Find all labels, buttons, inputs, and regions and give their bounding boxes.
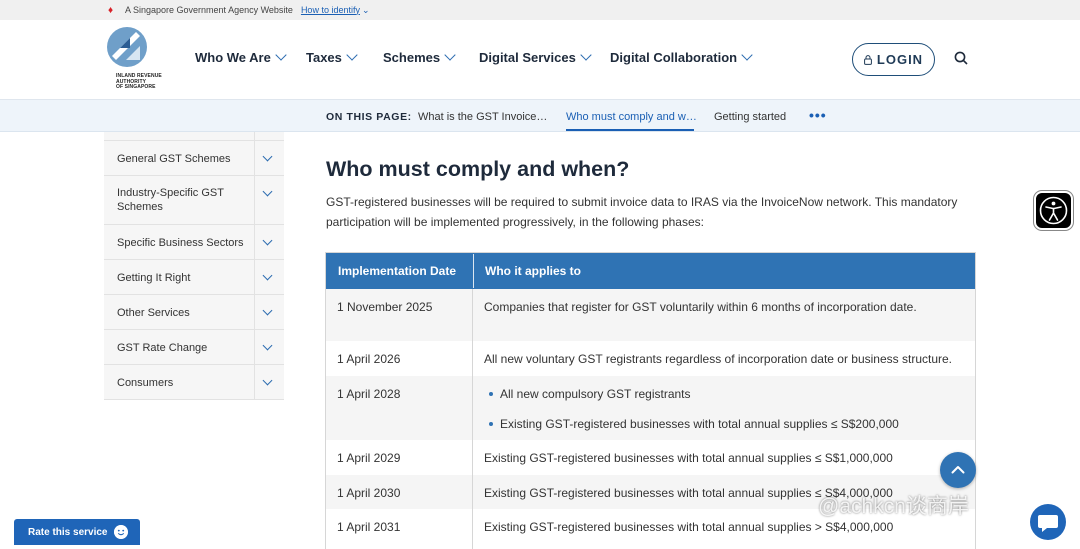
sidebar-item-specific-business-sectors[interactable]: Specific Business Sectors [104, 225, 284, 260]
gov-banner: ♦ A Singapore Government Agency Website … [0, 0, 1080, 20]
sidebar-item-label: Industry-Specific GST Schemes [117, 187, 224, 213]
lion-head-icon: ♦ [108, 4, 114, 16]
cell-date: 1 April 2026 [326, 341, 473, 376]
search-icon[interactable] [954, 51, 968, 65]
nav-label: Digital Services [479, 50, 576, 65]
section-title: Who must comply and when? [326, 157, 630, 181]
accessibility-icon [1039, 196, 1068, 225]
sidebar-item-general-gst-schemes[interactable]: General GST Schemes [104, 141, 284, 176]
list-item: All new compulsory GST registrants [484, 387, 975, 401]
chevron-down-icon[interactable] [262, 305, 273, 316]
cell-applies: Companies that register for GST voluntar… [484, 300, 917, 314]
how-to-identify-link[interactable]: How to identify [301, 5, 370, 16]
chevron-down-icon[interactable] [262, 270, 273, 281]
gov-banner-text: A Singapore Government Agency Website [125, 5, 293, 15]
watermark: @achkcn谈商岸 [818, 495, 969, 518]
nav-schemes[interactable]: Schemes [383, 49, 456, 65]
cell-date: 1 April 2028 [326, 376, 473, 440]
sidebar-item-industry-specific[interactable]: Industry-Specific GST Schemes [104, 176, 284, 225]
chat-bubble-icon [1038, 515, 1058, 532]
table-row: 1 April 2026 All new voluntary GST regis… [326, 341, 975, 376]
sidebar-item-label: Specific Business Sectors [117, 237, 244, 249]
sidebar-item-partial [104, 132, 284, 141]
table-header: Implementation Date Who it applies to [326, 253, 975, 289]
iras-logo[interactable]: INLAND REVENUE AUTHORITY OF SINGAPORE [104, 26, 168, 96]
login-label: LOGIN [876, 52, 924, 67]
sidebar-item-consumers[interactable]: Consumers [104, 365, 284, 400]
accessibility-button[interactable] [1034, 191, 1073, 230]
lock-icon [864, 54, 872, 65]
nav-label: Who We Are [195, 50, 271, 65]
sidebar-item-label: Other Services [117, 307, 190, 319]
cell-date: 1 April 2030 [326, 475, 473, 509]
nav-taxes[interactable]: Taxes [306, 49, 358, 65]
chevron-down-icon [741, 49, 753, 61]
cell-applies: Existing GST-registered businesses with … [484, 451, 893, 465]
sidebar-item-getting-it-right[interactable]: Getting It Right [104, 260, 284, 295]
cell-date: 1 November 2025 [326, 289, 473, 341]
intro-paragraph: GST-registered businesses will be requir… [326, 195, 958, 229]
rate-label: Rate this service [28, 526, 108, 538]
chevron-down-icon [346, 49, 358, 61]
nav-who-we-are[interactable]: Who We Are [195, 49, 287, 65]
sidebar-item-label: Consumers [117, 377, 174, 389]
sidebar-item-label: GST Rate Change [117, 342, 208, 354]
rate-this-service-button[interactable]: Rate this service [14, 519, 140, 545]
chevron-down-icon [275, 49, 287, 61]
bullet-list: All new compulsory GST registrants Exist… [484, 387, 975, 431]
nav-label: Taxes [306, 50, 342, 65]
back-to-top-button[interactable] [940, 452, 976, 488]
list-item: Existing GST-registered businesses with … [484, 417, 975, 431]
column-header-date: Implementation Date [327, 254, 474, 288]
chevron-down-icon[interactable] [262, 151, 273, 162]
smiley-icon [113, 525, 128, 539]
chevron-down-icon[interactable] [262, 235, 273, 246]
sidebar-nav: General GST Schemes Industry-Specific GS… [104, 132, 284, 400]
sidebar-item-label: General GST Schemes [117, 153, 231, 165]
site-header: INLAND REVENUE AUTHORITY OF SINGAPORE Wh… [0, 20, 1080, 100]
nav-digital-services[interactable]: Digital Services [479, 49, 592, 65]
chevron-down-icon [580, 49, 592, 61]
chevron-down-icon[interactable] [262, 340, 273, 351]
chevron-down-icon[interactable] [262, 375, 273, 386]
cell-applies: All new voluntary GST registrants regard… [484, 352, 952, 366]
login-button[interactable]: LOGIN [852, 43, 935, 76]
on-this-page-bar: ON THIS PAGE: What is the GST Invoice… W… [0, 100, 1080, 132]
sidebar-item-gst-rate-change[interactable]: GST Rate Change [104, 330, 284, 365]
chevron-down-icon [444, 49, 456, 61]
nav-label: Schemes [383, 50, 441, 65]
sidebar-item-label: Getting It Right [117, 272, 191, 284]
iras-logo-icon [107, 27, 147, 67]
on-page-link-who-must-comply[interactable]: Who must comply and w… [566, 111, 697, 123]
table-row: 1 November 2025 Companies that register … [326, 289, 975, 341]
column-header-applies: Who it applies to [485, 264, 581, 278]
chevron-up-icon [951, 466, 965, 474]
nav-digital-collaboration[interactable]: Digital Collaboration [610, 49, 753, 65]
cell-date: 1 April 2029 [326, 440, 473, 475]
chat-button[interactable] [1030, 504, 1066, 540]
on-page-link-what-is[interactable]: What is the GST Invoice… [418, 111, 547, 123]
table-row: 1 April 2028 All new compulsory GST regi… [326, 376, 975, 440]
logo-text: INLAND REVENUE AUTHORITY OF SINGAPORE [116, 73, 162, 90]
sidebar-item-other-services[interactable]: Other Services [104, 295, 284, 330]
cell-date: 1 April 2031 [326, 509, 473, 549]
active-link-underline [566, 129, 694, 131]
more-links-icon[interactable]: ••• [809, 107, 827, 123]
table-row: 1 April 2029 Existing GST-registered bus… [326, 440, 975, 475]
on-this-page-label: ON THIS PAGE: [326, 111, 412, 123]
on-page-link-getting-started[interactable]: Getting started [714, 111, 786, 123]
cell-applies: All new compulsory GST registrants Exist… [473, 376, 975, 440]
chevron-down-icon[interactable] [262, 186, 273, 197]
nav-label: Digital Collaboration [610, 50, 738, 65]
